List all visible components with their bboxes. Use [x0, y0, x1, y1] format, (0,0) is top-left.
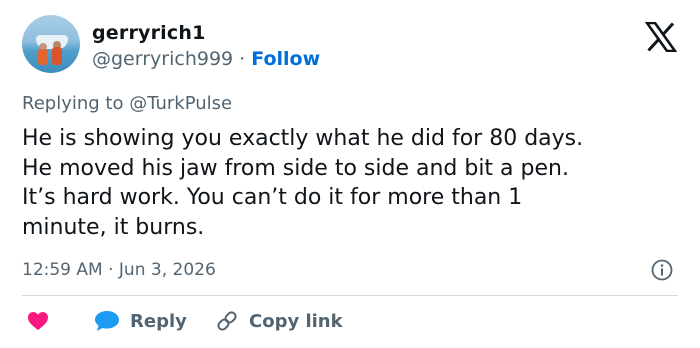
copy-link-button[interactable]: Copy link	[215, 308, 343, 334]
x-logo-icon[interactable]	[645, 22, 677, 52]
handle-separator: ·	[233, 48, 252, 70]
link-icon	[217, 311, 237, 331]
timestamp[interactable]: 12:59 AM · Jun 3, 2026	[22, 260, 216, 280]
timestamp-separator: ·	[102, 260, 119, 280]
reply-label: Reply	[130, 310, 187, 332]
tweet-text-line: It’s hard work. You can’t do it for more…	[22, 185, 523, 210]
avatar-figure	[52, 47, 62, 65]
copy-link-label: Copy link	[249, 310, 343, 332]
divider	[22, 295, 678, 296]
tweet-text-line: He is showing you exactly what he did fo…	[22, 126, 584, 151]
handle-row: @gerryrich999 · Follow	[92, 48, 320, 70]
avatar-figure	[38, 49, 48, 65]
reply-button[interactable]: Reply	[94, 308, 187, 334]
info-icon[interactable]	[651, 259, 673, 281]
reply-target-handle[interactable]: @TurkPulse	[129, 93, 232, 114]
tweet-text-line: minute, it burns.	[22, 214, 205, 240]
user-handle[interactable]: @gerryrich999	[92, 48, 233, 70]
follow-button[interactable]: Follow	[251, 48, 320, 70]
like-button[interactable]	[27, 308, 49, 334]
replying-to: Replying to @TurkPulse	[22, 93, 232, 114]
tweet-date: Jun 3, 2026	[118, 260, 216, 280]
tweet-time: 12:59 AM	[22, 260, 103, 280]
avatar[interactable]	[22, 15, 80, 73]
tweet-text-line: He moved his jaw from side to side and b…	[22, 155, 569, 181]
speech-bubble-icon	[95, 311, 119, 331]
replying-to-prefix: Replying to	[22, 93, 130, 114]
heart-icon	[28, 312, 48, 330]
display-name[interactable]: gerryrich1	[92, 22, 206, 44]
tweet-text: He is showing you exactly what he did fo…	[22, 124, 687, 242]
